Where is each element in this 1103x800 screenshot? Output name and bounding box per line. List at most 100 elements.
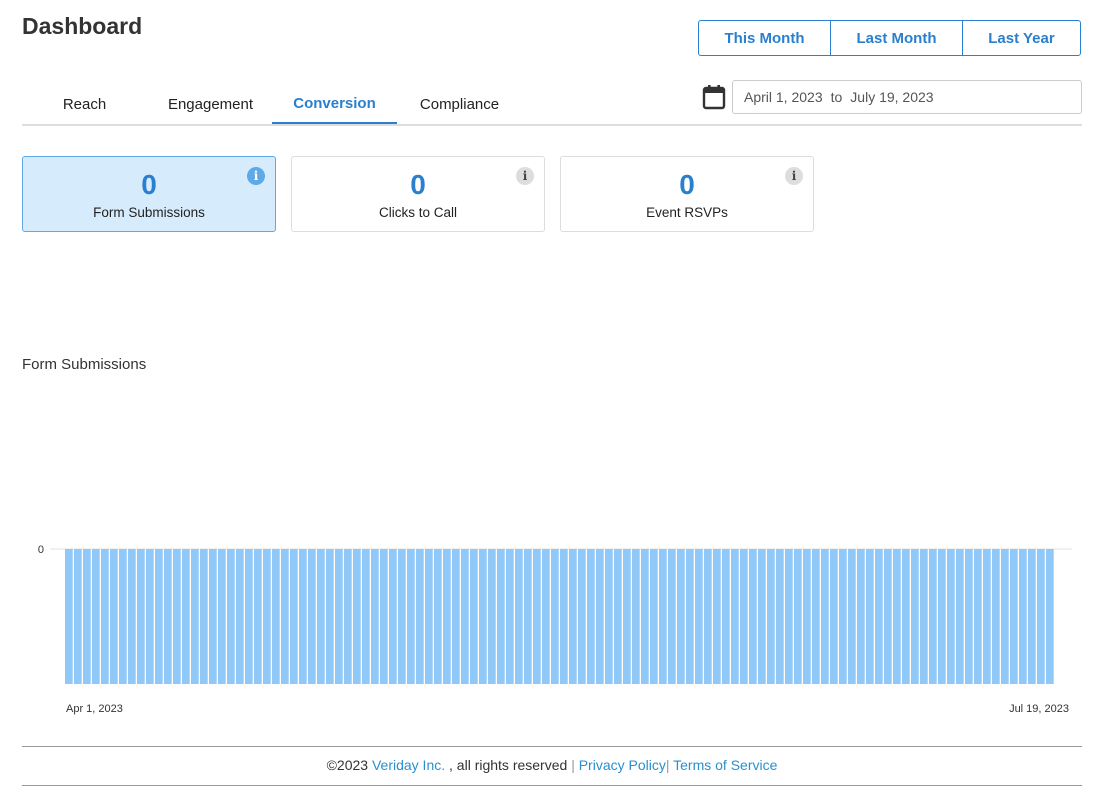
chart-bar[interactable] xyxy=(1001,549,1009,684)
terms-of-service-link[interactable]: Terms of Service xyxy=(673,757,777,773)
chart-bar[interactable] xyxy=(893,549,901,684)
chart-bar[interactable] xyxy=(848,549,856,684)
chart-bar[interactable] xyxy=(92,549,100,684)
chart-bar[interactable] xyxy=(182,549,190,684)
stat-card-event-rsvps[interactable]: 0 Event RSVPs i xyxy=(560,156,814,232)
chart-bar[interactable] xyxy=(650,549,658,684)
chart-bar[interactable] xyxy=(362,549,370,684)
chart-bar[interactable] xyxy=(155,549,163,684)
chart-bar[interactable] xyxy=(218,549,226,684)
stat-card-clicks-to-call[interactable]: 0 Clicks to Call i xyxy=(291,156,545,232)
chart-bar[interactable] xyxy=(722,549,730,684)
chart-bar[interactable] xyxy=(560,549,568,684)
chart-bar[interactable] xyxy=(506,549,514,684)
chart-bar[interactable] xyxy=(803,549,811,684)
chart-bar[interactable] xyxy=(857,549,865,684)
chart-bar[interactable] xyxy=(209,549,217,684)
chart-bar[interactable] xyxy=(200,549,208,684)
chart-bar[interactable] xyxy=(407,549,415,684)
chart-bar[interactable] xyxy=(704,549,712,684)
chart-bar[interactable] xyxy=(614,549,622,684)
chart-bar[interactable] xyxy=(749,549,757,684)
chart-bar[interactable] xyxy=(695,549,703,684)
chart-bar[interactable] xyxy=(578,549,586,684)
chart-bar[interactable] xyxy=(317,549,325,684)
chart-bar[interactable] xyxy=(938,549,946,684)
chart-bar[interactable] xyxy=(956,549,964,684)
chart-bar[interactable] xyxy=(659,549,667,684)
chart-bar[interactable] xyxy=(776,549,784,684)
company-link[interactable]: Veriday Inc. xyxy=(372,757,445,773)
chart-bar[interactable] xyxy=(488,549,496,684)
chart-bar[interactable] xyxy=(281,549,289,684)
chart-bar[interactable] xyxy=(542,549,550,684)
chart-bar[interactable] xyxy=(227,549,235,684)
chart-bar[interactable] xyxy=(470,549,478,684)
chart-bar[interactable] xyxy=(308,549,316,684)
chart-bar[interactable] xyxy=(623,549,631,684)
chart-bar[interactable] xyxy=(236,549,244,684)
stat-card-form-submissions[interactable]: 0 Form Submissions i xyxy=(22,156,276,232)
chart-bar[interactable] xyxy=(101,549,109,684)
privacy-policy-link[interactable]: Privacy Policy xyxy=(579,757,666,773)
chart-bar[interactable] xyxy=(164,549,172,684)
chart-bar[interactable] xyxy=(1010,549,1018,684)
chart-bar[interactable] xyxy=(713,549,721,684)
info-icon[interactable]: i xyxy=(785,167,803,185)
chart-bar[interactable] xyxy=(371,549,379,684)
chart-bar[interactable] xyxy=(812,549,820,684)
tab-engagement[interactable]: Engagement xyxy=(152,84,269,124)
chart-bar[interactable] xyxy=(992,549,1000,684)
chart-bar[interactable] xyxy=(416,549,424,684)
chart-bar[interactable] xyxy=(929,549,937,684)
chart-bar[interactable] xyxy=(326,549,334,684)
last-month-button[interactable]: Last Month xyxy=(830,20,963,56)
tab-reach[interactable]: Reach xyxy=(36,84,133,124)
chart-bar[interactable] xyxy=(533,549,541,684)
chart-bar[interactable] xyxy=(902,549,910,684)
chart-bar[interactable] xyxy=(254,549,262,684)
chart-bar[interactable] xyxy=(947,549,955,684)
chart-bar[interactable] xyxy=(443,549,451,684)
chart-bar[interactable] xyxy=(569,549,577,684)
chart-bar[interactable] xyxy=(74,549,82,684)
chart-bar[interactable] xyxy=(389,549,397,684)
chart-bar[interactable] xyxy=(974,549,982,684)
chart-bar[interactable] xyxy=(686,549,694,684)
chart-bar[interactable] xyxy=(767,549,775,684)
chart-bar[interactable] xyxy=(641,549,649,684)
chart-bar[interactable] xyxy=(1028,549,1036,684)
tab-conversion[interactable]: Conversion xyxy=(272,84,397,124)
last-year-button[interactable]: Last Year xyxy=(962,20,1081,56)
chart-bar[interactable] xyxy=(965,549,973,684)
chart-bar[interactable] xyxy=(668,549,676,684)
chart-bar[interactable] xyxy=(875,549,883,684)
chart-bar[interactable] xyxy=(497,549,505,684)
chart-bar[interactable] xyxy=(146,549,154,684)
chart-bar[interactable] xyxy=(740,549,748,684)
chart-bar[interactable] xyxy=(821,549,829,684)
chart-bar[interactable] xyxy=(290,549,298,684)
chart-bar[interactable] xyxy=(785,549,793,684)
chart-bar[interactable] xyxy=(344,549,352,684)
chart-bar[interactable] xyxy=(380,549,388,684)
chart-bar[interactable] xyxy=(839,549,847,684)
calendar-icon[interactable] xyxy=(702,84,726,110)
chart-bar[interactable] xyxy=(425,549,433,684)
chart-bar[interactable] xyxy=(191,549,199,684)
chart-bar[interactable] xyxy=(1019,549,1027,684)
chart-bar[interactable] xyxy=(173,549,181,684)
chart-bar[interactable] xyxy=(632,549,640,684)
chart-bar[interactable] xyxy=(245,549,253,684)
chart-bar[interactable] xyxy=(119,549,127,684)
chart-bar[interactable] xyxy=(479,549,487,684)
chart-bar[interactable] xyxy=(272,549,280,684)
chart-bar[interactable] xyxy=(524,549,532,684)
this-month-button[interactable]: This Month xyxy=(698,20,831,56)
chart-bar[interactable] xyxy=(596,549,604,684)
chart-bar[interactable] xyxy=(758,549,766,684)
chart-bar[interactable] xyxy=(551,549,559,684)
chart-bar[interactable] xyxy=(398,549,406,684)
chart-bar[interactable] xyxy=(335,549,343,684)
chart-bar[interactable] xyxy=(515,549,523,684)
